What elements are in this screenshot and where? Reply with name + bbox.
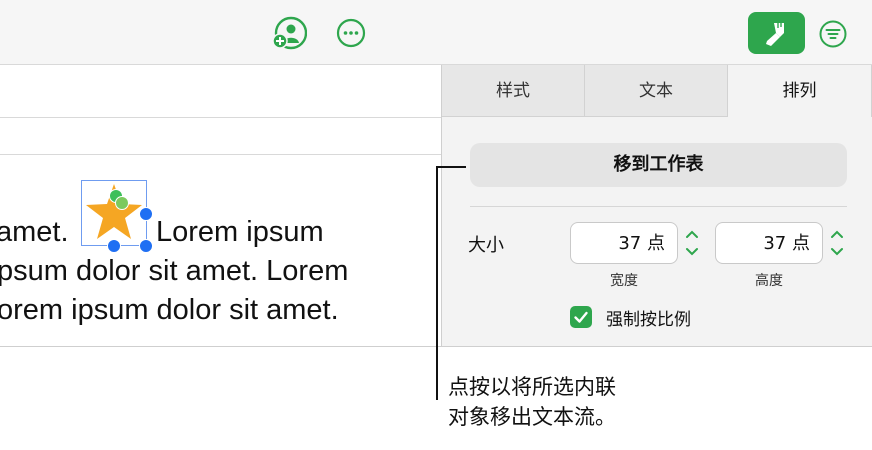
text-line-1-before[interactable]: amet. <box>0 216 69 249</box>
divider <box>470 206 847 207</box>
format-button[interactable] <box>748 12 805 54</box>
tab-text[interactable]: 文本 <box>585 65 728 117</box>
tab-arrange[interactable]: 排列 <box>728 65 872 117</box>
constrain-proportions-checkbox[interactable] <box>570 306 592 328</box>
selected-inline-star[interactable] <box>81 180 153 253</box>
document-row <box>0 118 441 155</box>
callout-line-1: 点按以将所选内联 <box>448 375 616 399</box>
resize-handle-bottom[interactable] <box>107 239 121 253</box>
text-line-1-after[interactable]: Lorem ipsum <box>156 216 324 249</box>
constrain-proportions-label[interactable]: 强制按比例 <box>606 305 691 330</box>
resize-handle-bottom-right[interactable] <box>139 239 153 253</box>
toolbar <box>0 0 872 65</box>
tab-style[interactable]: 样式 <box>442 65 585 117</box>
height-field[interactable]: 37 点 <box>715 222 823 264</box>
document-header-area <box>0 65 441 118</box>
format-paintbrush-icon <box>766 23 784 46</box>
more-icon[interactable] <box>336 18 366 48</box>
checkmark-icon <box>574 311 588 323</box>
height-stepper[interactable] <box>829 222 845 264</box>
document-canvas[interactable]: amet. Lorem ipsum psum dolor sit amet. L… <box>0 65 441 346</box>
width-stepper[interactable] <box>684 222 700 264</box>
text-line-3[interactable]: orem ipsum dolor sit amet. <box>0 294 339 327</box>
height-caption: 高度 <box>755 273 783 289</box>
format-sidebar: 样式 文本 排列 移到工作表 大小 37 点 37 点 宽度 高度 强制按比例 <box>442 65 872 346</box>
callout-text: 点按以将所选内联 对象移出文本流。 <box>448 372 748 432</box>
callout-line-2: 对象移出文本流。 <box>448 405 616 429</box>
width-caption: 宽度 <box>610 273 638 289</box>
text-line-2[interactable]: psum dolor sit amet. Lorem <box>0 255 348 288</box>
callout-leader-tick <box>436 166 466 168</box>
shape-green-handle-2[interactable] <box>115 196 129 210</box>
callout-leader-line <box>436 166 438 400</box>
width-field[interactable]: 37 点 <box>570 222 678 264</box>
resize-handle-right[interactable] <box>139 207 153 221</box>
sidebar-tabs: 样式 文本 排列 <box>442 65 872 117</box>
size-label: 大小 <box>468 235 504 256</box>
add-collaborator-icon[interactable] <box>271 16 307 52</box>
organize-icon[interactable] <box>819 20 847 48</box>
move-to-sheet-button[interactable]: 移到工作表 <box>470 143 847 187</box>
